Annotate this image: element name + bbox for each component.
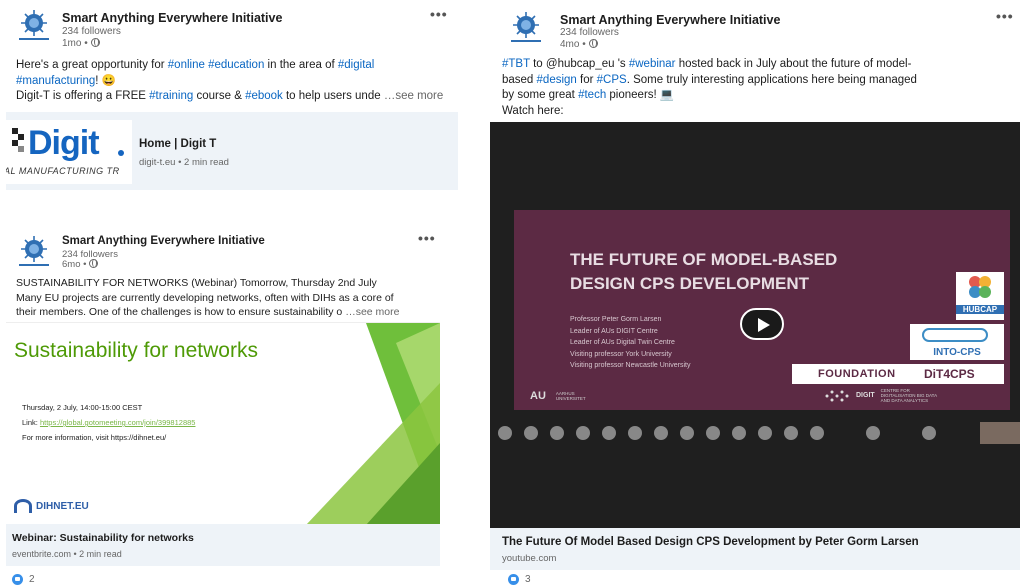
slide-date: Thursday, 2 July, 14:00-15:00 CEST bbox=[22, 403, 143, 412]
org-name[interactable]: Smart Anything Everywhere Initiative bbox=[62, 11, 282, 25]
hashtag[interactable]: #design bbox=[537, 74, 577, 86]
slide-title-line1: THE FUTURE OF MODEL-BASED bbox=[570, 250, 838, 269]
card-source: eventbrite.com • 2 min read bbox=[12, 549, 122, 559]
play-icon bbox=[758, 318, 770, 332]
more-options-icon[interactable]: ••• bbox=[418, 230, 436, 246]
org-logo[interactable] bbox=[16, 8, 52, 42]
participant-avatar bbox=[866, 426, 880, 440]
participant-avatar bbox=[810, 426, 824, 440]
link-card[interactable]: Webinar: Sustainability for networks eve… bbox=[6, 524, 440, 566]
dihnet-logo-icon bbox=[14, 499, 32, 513]
participant-video-thumb bbox=[980, 422, 1020, 444]
more-options-icon[interactable]: ••• bbox=[430, 6, 448, 22]
see-more-link[interactable]: …see more bbox=[384, 90, 443, 102]
follower-count: 234 followers bbox=[560, 27, 619, 38]
card-thumbnail: Digit AL MANUFACTURING TR bbox=[6, 120, 132, 184]
hubcap-petals-icon bbox=[969, 276, 991, 298]
participant-avatar bbox=[922, 426, 936, 440]
post-time: 6mo • bbox=[62, 259, 99, 270]
participant-avatar bbox=[732, 426, 746, 440]
digit-centre-logo: DIGIT CENTRE FOR DIGITALISATION BIG DATA… bbox=[824, 388, 941, 403]
participant-avatar bbox=[758, 426, 772, 440]
digit-dots-icon bbox=[825, 390, 849, 401]
hashtag[interactable]: #ebook bbox=[245, 90, 283, 102]
hashtag[interactable]: #webinar bbox=[629, 58, 676, 70]
post-text: Here's a great opportunity for #online #… bbox=[16, 59, 444, 102]
participant-avatar bbox=[550, 426, 564, 440]
org-logo[interactable] bbox=[508, 10, 544, 44]
post-sustainability: Smart Anything Everywhere Initiative 234… bbox=[0, 228, 460, 588]
hashtag[interactable]: #tech bbox=[578, 89, 606, 101]
hashtag[interactable]: #training bbox=[149, 90, 193, 102]
video-player[interactable]: THE FUTURE OF MODEL-BASED DESIGN CPS DEV… bbox=[490, 122, 1020, 528]
participant-avatar bbox=[784, 426, 798, 440]
reaction-count[interactable]: 3 bbox=[508, 574, 531, 585]
card-title[interactable]: Home | Digit T bbox=[139, 138, 216, 150]
participant-avatar bbox=[576, 426, 590, 440]
foundation-dit4cps-banner: FOUNDATION DiT4CPS bbox=[792, 364, 1004, 384]
card-source: youtube.com bbox=[502, 553, 557, 564]
post-time: 1mo • bbox=[62, 38, 100, 49]
org-logo[interactable] bbox=[16, 234, 52, 268]
hashtag[interactable]: #digital bbox=[338, 59, 374, 71]
card-source: digit-t.eu • 2 min read bbox=[139, 157, 229, 168]
into-cps-graphic bbox=[922, 328, 988, 342]
globe-icon bbox=[588, 39, 598, 48]
hashtag[interactable]: #manufacturing bbox=[16, 75, 95, 87]
participant-avatar bbox=[706, 426, 720, 440]
participant-avatar bbox=[602, 426, 616, 440]
post-text: #TBT to @hubcap_eu 's #webinar hosted ba… bbox=[502, 58, 917, 117]
follower-count: 234 followers bbox=[62, 26, 121, 37]
slide-info: For more information, visit https://dihn… bbox=[22, 433, 167, 442]
slide-title-line2: DESIGN CPS DEVELOPMENT bbox=[570, 274, 809, 293]
card-title[interactable]: The Future Of Model Based Design CPS Dev… bbox=[502, 536, 919, 548]
post-text: SUSTAINABILITY FOR NETWORKS (Webinar) To… bbox=[16, 277, 400, 318]
participant-avatar bbox=[498, 426, 512, 440]
reaction-count[interactable]: 2 bbox=[12, 574, 35, 585]
hubcap-logo: HUBCAP bbox=[956, 272, 1004, 320]
slide-bullets: Professor Peter Gorm Larsen Leader of AU… bbox=[570, 316, 691, 369]
hashtag[interactable]: #TBT bbox=[502, 58, 530, 70]
like-reaction-icon bbox=[508, 574, 519, 585]
participant-avatar bbox=[524, 426, 538, 440]
card-title[interactable]: Webinar: Sustainability for networks bbox=[12, 532, 194, 544]
participant-avatar bbox=[680, 426, 694, 440]
post-image[interactable]: Sustainability for networks Thursday, 2 … bbox=[6, 322, 440, 524]
see-more-link[interactable]: …see more bbox=[345, 306, 399, 318]
link-card[interactable]: The Future Of Model Based Design CPS Dev… bbox=[490, 528, 1020, 570]
hashtag[interactable]: #education bbox=[208, 59, 264, 71]
post-digit-t: Smart Anything Everywhere Initiative 234… bbox=[0, 0, 460, 192]
slide-heading: Sustainability for networks bbox=[14, 339, 258, 362]
more-options-icon[interactable]: ••• bbox=[996, 8, 1014, 24]
participant-avatar bbox=[654, 426, 668, 440]
globe-icon bbox=[90, 38, 100, 47]
hashtag[interactable]: #online bbox=[168, 59, 205, 71]
into-cps-logo: INTO-CPS bbox=[910, 324, 1004, 360]
like-reaction-icon bbox=[12, 574, 23, 585]
participant-strip bbox=[498, 422, 1020, 444]
dihnet-logo: DIHNET.EU bbox=[14, 499, 89, 513]
play-button[interactable] bbox=[740, 308, 784, 340]
slide-link: Link: https://global.gotomeeting.com/joi… bbox=[22, 418, 196, 427]
digit-logo-sub: AL MANUFACTURING TR bbox=[6, 166, 120, 176]
org-name[interactable]: Smart Anything Everywhere Initiative bbox=[62, 235, 265, 247]
post-time: 4mo • bbox=[560, 39, 598, 50]
globe-icon bbox=[89, 259, 99, 268]
post-hubcap-webinar: Smart Anything Everywhere Initiative 234… bbox=[488, 0, 1020, 588]
digit-logo-dot bbox=[118, 150, 124, 156]
hashtag[interactable]: #CPS bbox=[597, 74, 627, 86]
au-logo: AU AARHUS UNIVERSITET bbox=[530, 390, 586, 402]
digit-pixel-logo bbox=[12, 128, 24, 152]
digit-logo-text: Digit bbox=[28, 124, 100, 162]
participant-avatar bbox=[628, 426, 642, 440]
link-card[interactable]: Digit AL MANUFACTURING TR Home | Digit T… bbox=[6, 112, 458, 190]
org-name[interactable]: Smart Anything Everywhere Initiative bbox=[560, 13, 780, 27]
